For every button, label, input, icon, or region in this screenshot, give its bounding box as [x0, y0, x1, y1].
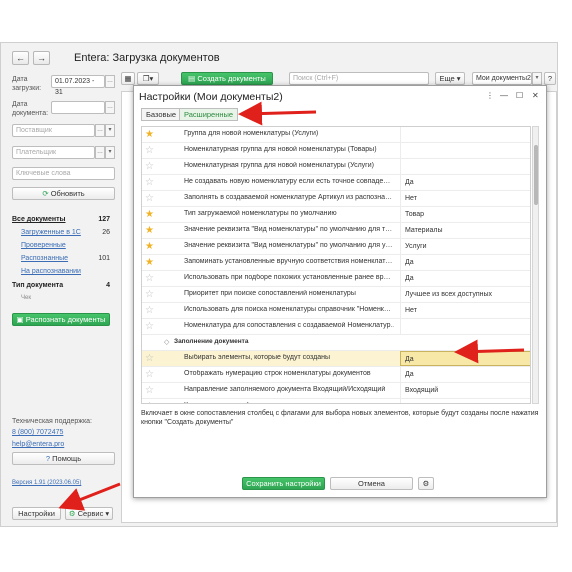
arrow-to-advanced-tab — [238, 101, 317, 126]
arrow-to-settings-button — [58, 482, 121, 511]
arrow-to-selected-value — [454, 339, 525, 364]
annotation-arrows — [58, 101, 525, 511]
